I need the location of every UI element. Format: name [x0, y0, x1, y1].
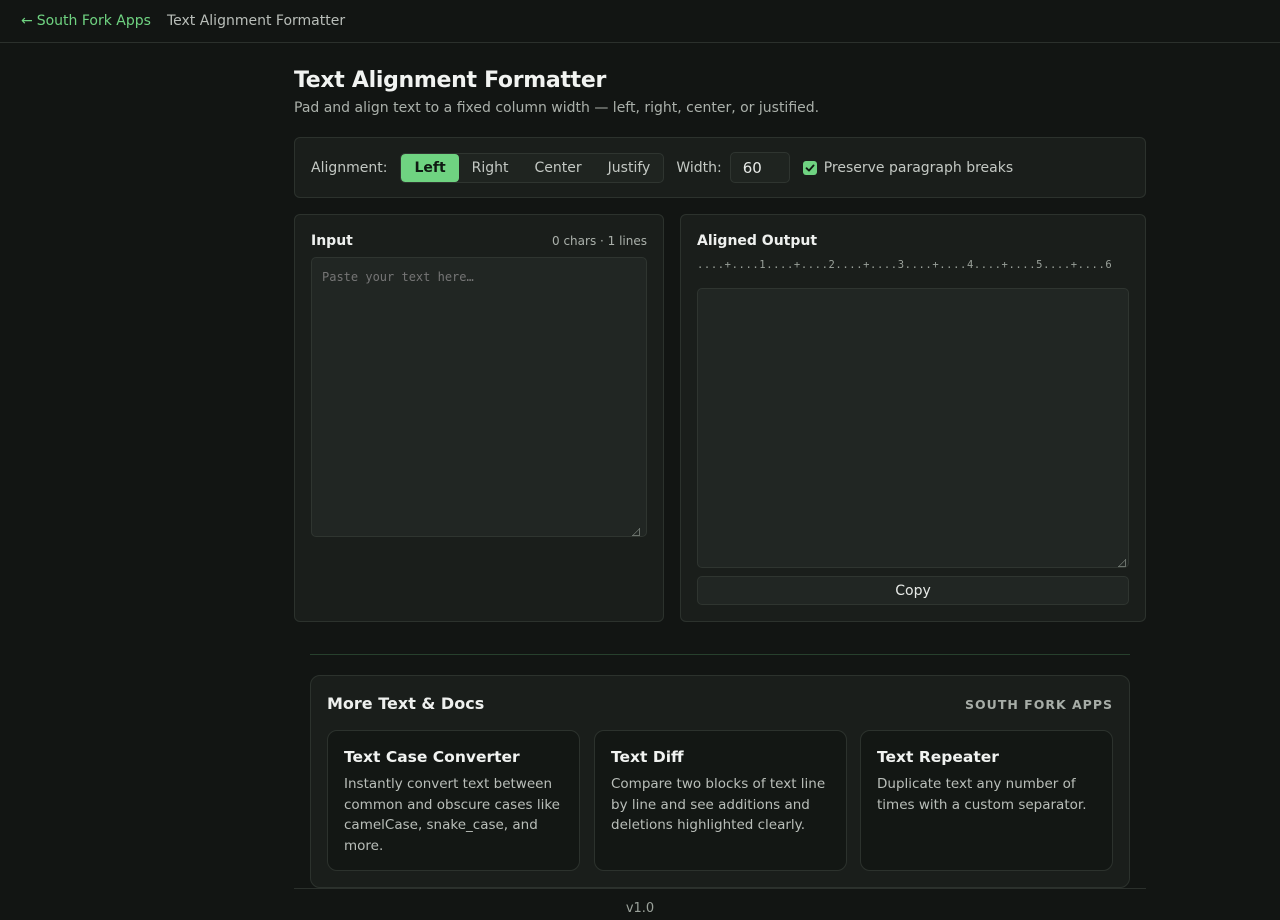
section-divider [310, 654, 1130, 655]
preserve-paragraphs-label[interactable]: Preserve paragraph breaks [824, 160, 1013, 176]
page-subtitle: Pad and align text to a fixed column wid… [294, 100, 820, 116]
input-textarea[interactable] [311, 257, 647, 537]
card-title: Text Case Converter [344, 748, 520, 766]
app-card-text-diff[interactable]: Text Diff Compare two blocks of text lin… [594, 730, 847, 871]
width-input[interactable] [729, 152, 790, 183]
output-panel-title: Aligned Output [697, 233, 818, 249]
back-link-label: South Fork Apps [36, 13, 151, 29]
card-description: Duplicate text any number of times with … [877, 776, 1087, 813]
input-panel: Input 0 chars · 1 lines [294, 214, 664, 622]
alignment-justify-button[interactable]: Justify [595, 154, 664, 182]
copy-button[interactable]: Copy [697, 576, 1129, 605]
width-label: Width: [676, 159, 722, 176]
column-ruler: ....+....1....+....2....+....3....+....4… [697, 259, 1113, 271]
more-section-title: More Text & Docs [327, 694, 485, 713]
breadcrumb-current: Text Alignment Formatter [166, 13, 346, 29]
alignment-segmented-control: Left Right Center Justify [400, 152, 665, 183]
resize-handle-icon[interactable] [632, 528, 640, 536]
preserve-paragraphs-checkbox[interactable] [802, 160, 817, 175]
page-title: Text Alignment Formatter [294, 68, 607, 93]
card-title: Text Diff [611, 748, 684, 766]
app-card-text-repeater[interactable]: Text Repeater Duplicate text any number … [860, 730, 1113, 871]
top-bar: ← South Fork Apps Text Alignment Formatt… [0, 0, 1280, 43]
app-card-text-case-converter[interactable]: Text Case Converter Instantly convert te… [327, 730, 580, 871]
alignment-center-button[interactable]: Center [522, 154, 595, 182]
alignment-label: Alignment: [311, 159, 388, 176]
input-char-count: 0 chars · 1 lines [552, 234, 647, 248]
options-toolbar: Alignment: Left Right Center Justify Wid… [294, 137, 1146, 198]
alignment-right-button[interactable]: Right [459, 154, 522, 182]
brand-label: SOUTH FORK APPS [965, 697, 1113, 712]
footer-divider [294, 888, 1146, 889]
back-arrow-icon: ← [21, 13, 33, 29]
card-description: Instantly convert text between common an… [344, 776, 560, 854]
card-description: Compare two blocks of text line by line … [611, 776, 826, 833]
alignment-left-button[interactable]: Left [401, 153, 459, 182]
card-title: Text Repeater [877, 748, 999, 766]
input-panel-title: Input [311, 233, 353, 249]
back-link[interactable]: ← South Fork Apps [21, 13, 151, 29]
version-label: v1.0 [625, 901, 655, 916]
output-textarea[interactable] [697, 288, 1129, 568]
resize-handle-icon[interactable] [1118, 559, 1126, 567]
checkmark-icon [805, 164, 815, 171]
output-panel: Aligned Output ....+....1....+....2....+… [680, 214, 1146, 622]
more-apps-section: More Text & Docs SOUTH FORK APPS Text Ca… [310, 675, 1130, 888]
